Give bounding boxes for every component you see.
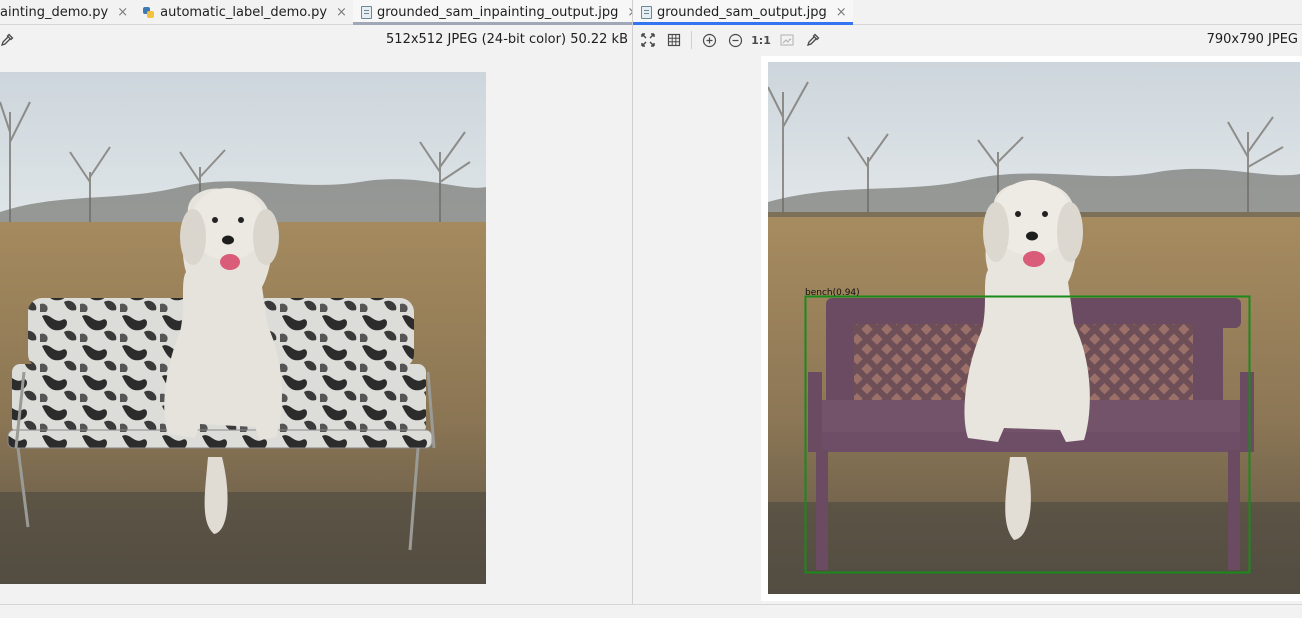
dog-on-bench-photo: [0, 72, 486, 584]
tab-grounded-sam-output[interactable]: grounded_sam_output.jpg ×: [633, 0, 853, 25]
image-info: 790x790 JPEG: [1206, 32, 1298, 47]
image-info: 512x512 JPEG (24-bit color) 50.22 kB: [386, 32, 628, 47]
zoom-out-icon[interactable]: [722, 28, 748, 52]
dog-on-bench-detection-photo: bench(0.94): [768, 62, 1300, 594]
tab-inpainting-demo[interactable]: ainting_demo.py ×: [0, 0, 134, 24]
status-bar: [0, 604, 1302, 618]
detection-label: bench(0.94): [805, 288, 860, 298]
left-tab-bar: ainting_demo.py × automatic_label_demo.p…: [0, 0, 672, 25]
tab-automatic-label-demo[interactable]: automatic_label_demo.py ×: [134, 0, 353, 24]
close-icon[interactable]: ×: [836, 5, 847, 20]
python-file-icon: [143, 6, 155, 18]
split-divider[interactable]: [632, 0, 633, 604]
right-image-toolbar: 1:1 790x790 JPEG: [633, 26, 1302, 54]
close-icon[interactable]: ×: [117, 5, 128, 20]
background-icon[interactable]: [774, 28, 800, 52]
actual-size-button[interactable]: 1:1: [748, 28, 774, 52]
close-icon[interactable]: ×: [336, 5, 347, 20]
inpainting-output-image: [0, 72, 486, 584]
image-file-icon: [360, 5, 372, 19]
tab-label: grounded_sam_inpainting_output.jpg: [376, 4, 619, 20]
grid-icon[interactable]: [661, 28, 687, 52]
right-tab-bar: grounded_sam_output.jpg ×: [633, 0, 1302, 25]
fit-zoom-icon[interactable]: [635, 28, 661, 52]
color-picker-icon[interactable]: [0, 28, 20, 52]
tab-grounded-sam-inpainting-output[interactable]: grounded_sam_inpainting_output.jpg ×: [352, 0, 645, 25]
toolbar-separator: [691, 31, 692, 49]
grounded-sam-output-image: bench(0.94): [768, 62, 1300, 594]
color-picker-icon[interactable]: [800, 28, 826, 52]
left-image-toolbar: 512x512 JPEG (24-bit color) 50.22 kB: [0, 26, 632, 54]
tab-label: grounded_sam_output.jpg: [657, 4, 827, 20]
image-file-icon: [641, 5, 652, 19]
tab-label: ainting_demo.py: [0, 4, 109, 20]
tab-label: automatic_label_demo.py: [160, 4, 328, 20]
ide-window: ainting_demo.py × automatic_label_demo.p…: [0, 0, 1302, 618]
zoom-in-icon[interactable]: [696, 28, 722, 52]
